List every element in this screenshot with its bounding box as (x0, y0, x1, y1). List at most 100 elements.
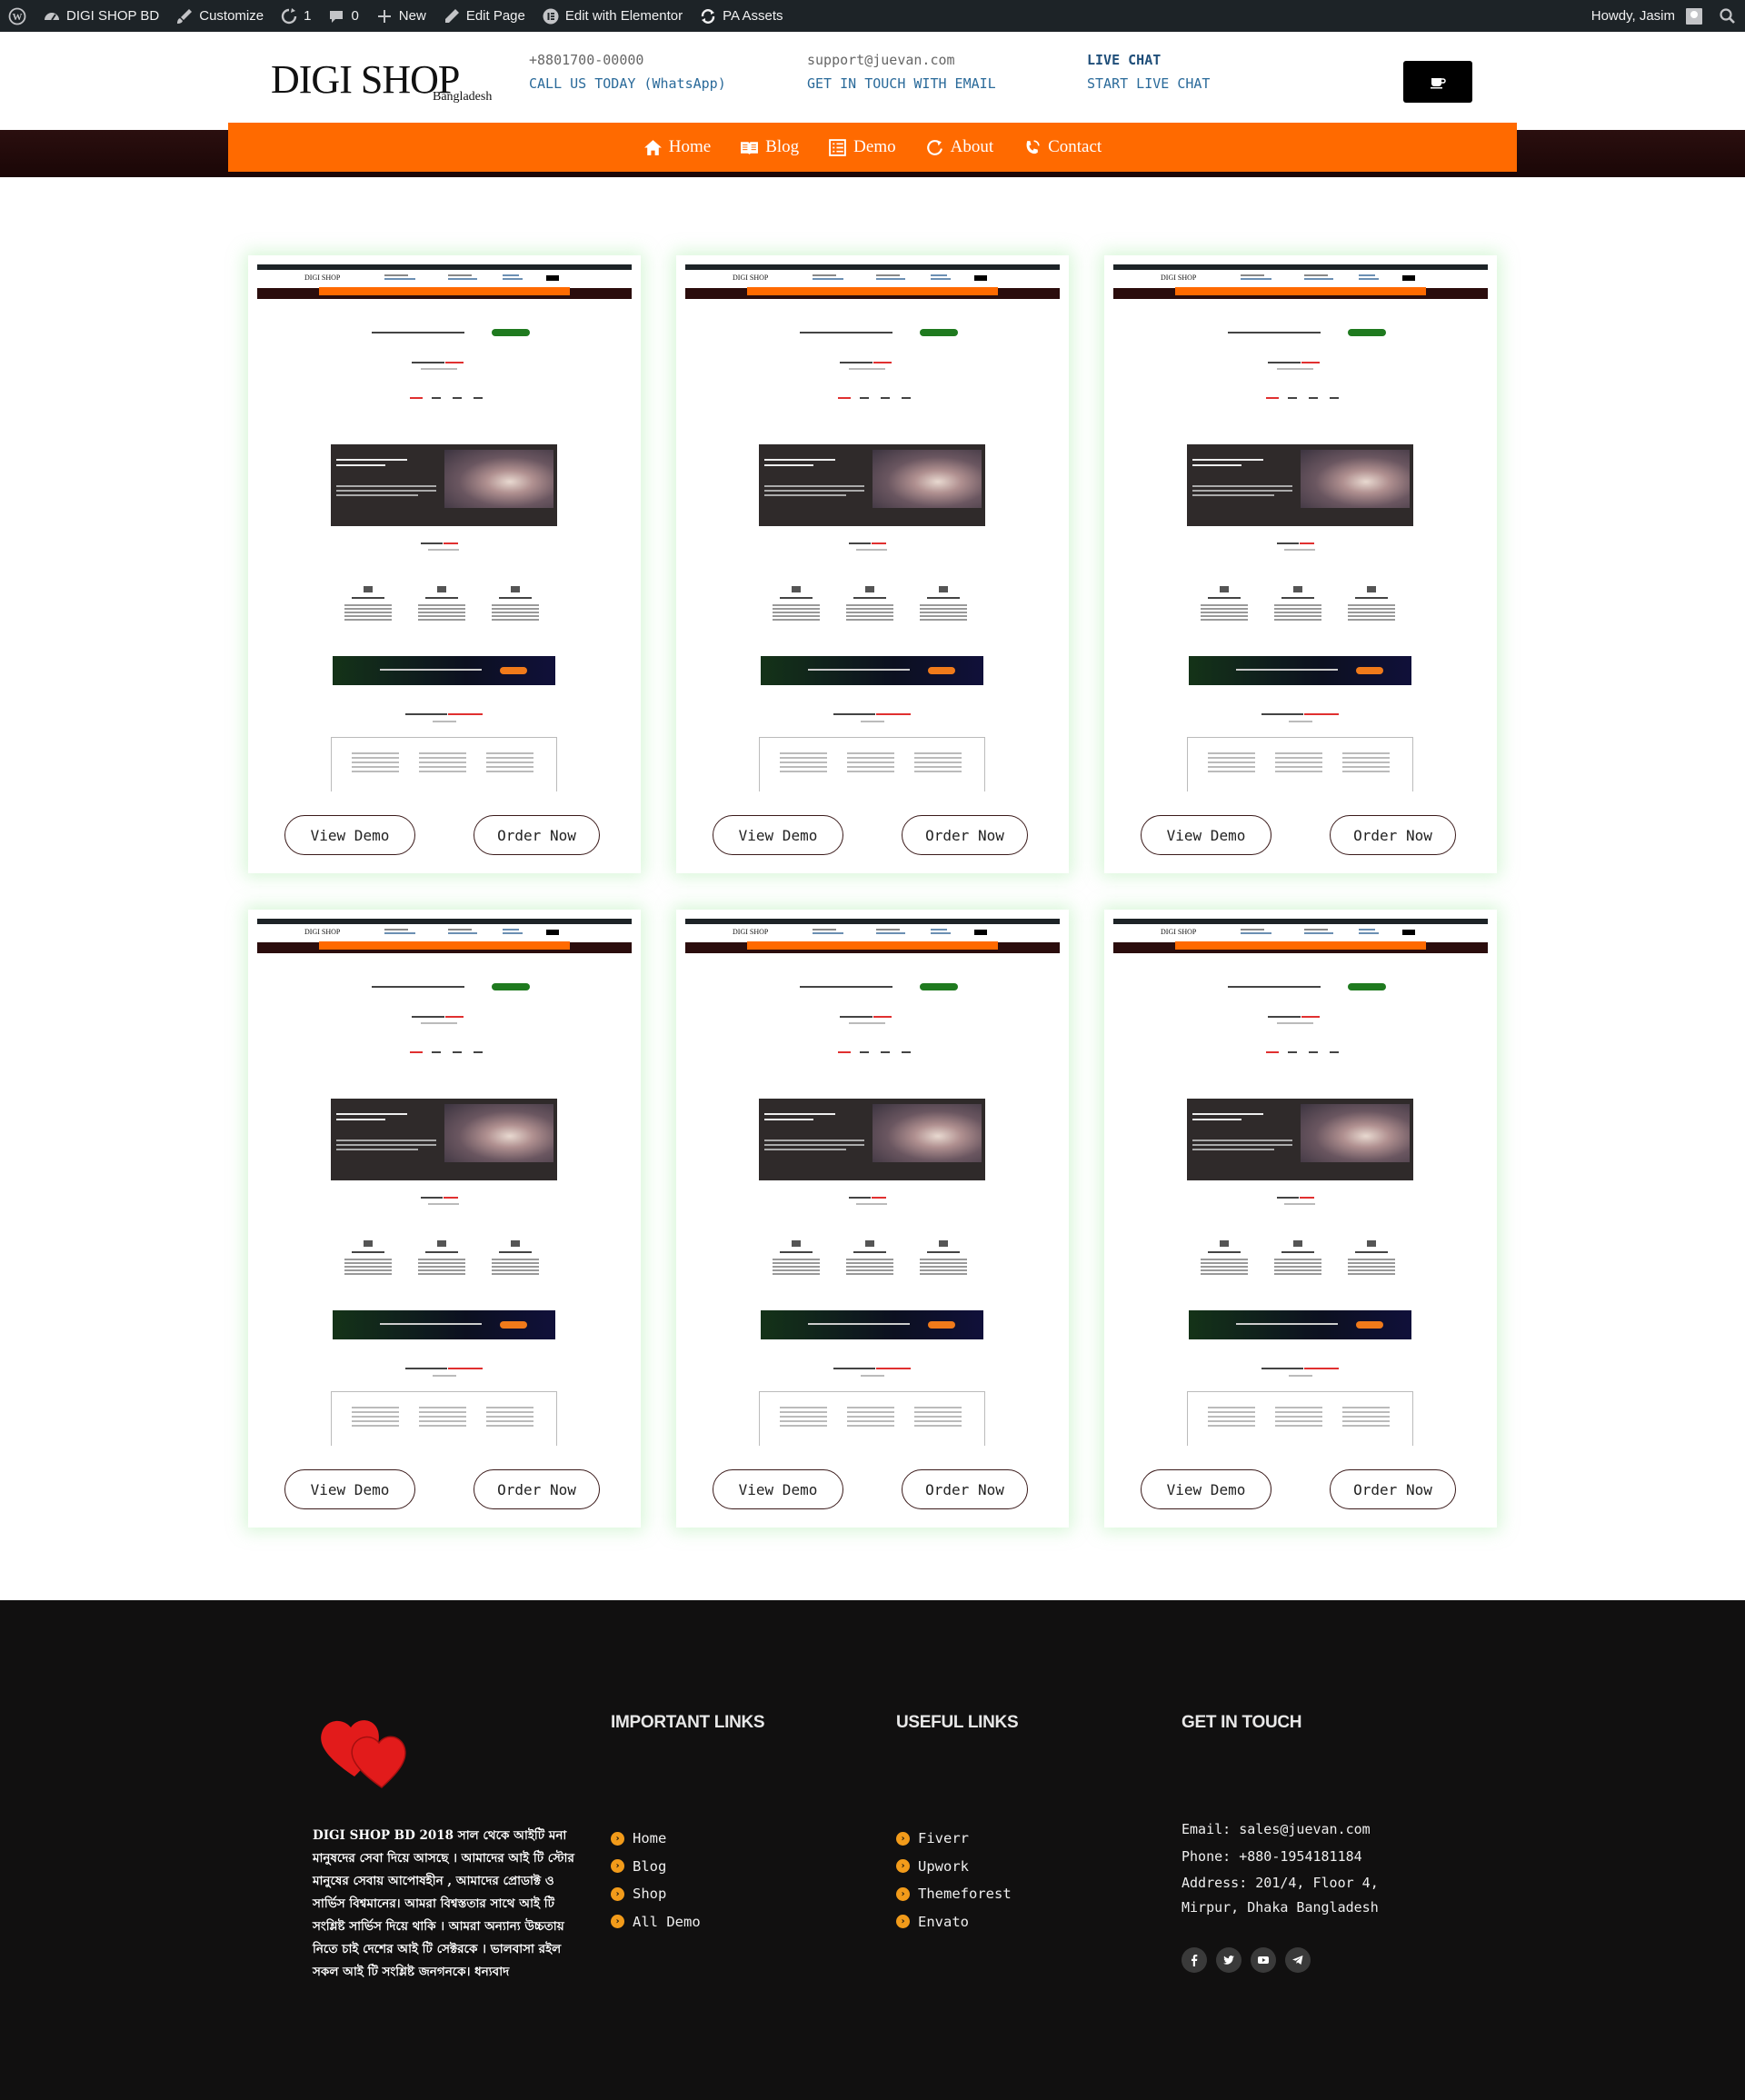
footer-link-envato[interactable]: › Envato (896, 1908, 1012, 1936)
link-label: Shop (633, 1886, 667, 1903)
account-menu[interactable]: Howdy, Jasim (1583, 0, 1710, 32)
nav-item-home[interactable]: Home (643, 137, 711, 157)
order-now-button[interactable]: Order Now (474, 815, 600, 855)
link-label: Fiverr (918, 1830, 969, 1847)
link-label: Upwork (918, 1857, 969, 1875)
edit-elementor-link[interactable]: Edit with Elementor (533, 0, 691, 32)
view-demo-button[interactable]: View Demo (713, 815, 843, 855)
nav-item-blog[interactable]: Blog (740, 137, 799, 157)
footer-link-all-demo[interactable]: › All Demo (611, 1908, 701, 1936)
demo-preview-image[interactable]: DIGI SHOP (685, 919, 1060, 1446)
youtube-icon[interactable] (1251, 1947, 1276, 1973)
useful-links-title: USEFUL LINKS (896, 1713, 1019, 1732)
live-chat-title: LIVE CHAT (1087, 52, 1162, 68)
footer-link-upwork[interactable]: › Upwork (896, 1853, 1012, 1881)
new-content-menu[interactable]: New (367, 0, 434, 32)
important-links-list: › Home › Blog › Shop › All Demo (611, 1825, 701, 1936)
svg-text:W: W (13, 12, 23, 23)
telegram-icon[interactable] (1285, 1947, 1311, 1973)
nav-label: Demo (853, 137, 896, 156)
view-demo-button[interactable]: View Demo (713, 1469, 843, 1509)
order-now-button[interactable]: Order Now (474, 1469, 600, 1509)
footer-email: Email: sales@juevan.com (1182, 1821, 1371, 1837)
demo-preview-image[interactable]: DIGI SHOP (685, 264, 1060, 791)
demo-preview-image[interactable]: DIGI SHOP (1113, 264, 1488, 791)
footer-contact-info: Email: sales@juevan.com Phone: +880-1954… (1182, 1817, 1418, 1922)
demo-card: DIGI SHOP View Demo Order Now (676, 910, 1069, 1528)
customize-link[interactable]: Customize (167, 0, 272, 32)
coffee-button[interactable] (1403, 61, 1472, 103)
pa-assets-label: PA Assets (723, 8, 783, 24)
comment-icon (330, 10, 344, 23)
view-demo-button[interactable]: View Demo (1141, 815, 1271, 855)
chevron-right-icon: › (896, 1831, 910, 1846)
twitter-icon[interactable] (1216, 1947, 1241, 1973)
demo-preview-image[interactable]: DIGI SHOP (1113, 919, 1488, 1446)
coffee-icon (1431, 78, 1446, 89)
demo-preview-image[interactable]: DIGI SHOP (257, 264, 632, 791)
updates-count: 1 (304, 8, 312, 24)
refresh-icon (926, 139, 942, 155)
footer-link-shop[interactable]: › Shop (611, 1880, 701, 1908)
demo-card: DIGI SHOP View Demo Order Now (1104, 255, 1497, 873)
howdy-label: Howdy, Jasim (1590, 8, 1675, 24)
email-contact[interactable]: support@juevan.com GET IN TOUCH WITH EMA… (807, 48, 996, 95)
nav-item-demo[interactable]: Demo (828, 137, 896, 157)
footer-link-home[interactable]: › Home (611, 1825, 701, 1853)
nav-label: Home (668, 137, 712, 156)
email-caption: GET IN TOUCH WITH EMAIL (807, 75, 996, 92)
edit-elementor-label: Edit with Elementor (564, 8, 683, 24)
demo-preview-image[interactable]: DIGI SHOP (257, 919, 632, 1446)
new-label: New (398, 8, 426, 24)
order-now-button[interactable]: Order Now (1330, 1469, 1456, 1509)
phone-contact[interactable]: +8801700-00000 CALL US TODAY (WhatsApp) (529, 48, 726, 95)
site-logo[interactable]: DIGI SHOP Bangladesh (271, 57, 492, 112)
live-chat-caption: START LIVE CHAT (1087, 75, 1211, 92)
order-now-button[interactable]: Order Now (902, 1469, 1028, 1509)
order-now-button[interactable]: Order Now (1330, 815, 1456, 855)
phone-icon (1026, 139, 1040, 154)
chevron-right-icon: › (896, 1886, 910, 1901)
live-chat-contact[interactable]: LIVE CHAT START LIVE CHAT (1087, 48, 1210, 95)
footer-link-fiverr[interactable]: › Fiverr (896, 1825, 1012, 1853)
nav-item-about[interactable]: About (925, 137, 993, 157)
dashboard-icon (45, 12, 59, 21)
comments-count: 0 (351, 8, 359, 24)
edit-page-link[interactable]: Edit Page (434, 0, 533, 32)
link-label: Envato (918, 1913, 969, 1930)
nav-item-contact[interactable]: Contact (1022, 137, 1102, 157)
site-name: DIGI SHOP BD (66, 8, 160, 24)
phone-caption: CALL US TODAY (WhatsApp) (529, 75, 726, 92)
brush-icon (177, 8, 193, 24)
order-now-button[interactable]: Order Now (902, 815, 1028, 855)
refresh-icon (701, 8, 715, 24)
phone-number: +8801700-00000 (529, 52, 644, 68)
view-demo-button[interactable]: View Demo (284, 1469, 415, 1509)
demo-card: DIGI SHOP View Demo Order Now (248, 910, 641, 1528)
email-address: support@juevan.com (807, 52, 955, 68)
admin-search-button[interactable] (1710, 0, 1745, 32)
link-label: Blog (633, 1857, 667, 1875)
main-nav: Home Blog Demo About Contact (228, 123, 1517, 172)
site-name-menu[interactable]: DIGI SHOP BD (35, 0, 167, 32)
chevron-right-icon: › (896, 1915, 910, 1929)
comments-link[interactable]: 0 (319, 0, 366, 32)
facebook-icon[interactable] (1182, 1947, 1207, 1973)
site-footer: DIGI SHOP BD 2018 সাল থেকে আইটি মনা মানু… (0, 1600, 1745, 2100)
list-icon (829, 138, 847, 156)
avatar (1686, 7, 1702, 25)
link-label: Home (633, 1830, 667, 1847)
logo-subtitle: Bangladesh (433, 90, 493, 104)
footer-link-themeforest[interactable]: › Themeforest (896, 1880, 1012, 1908)
nav-label: Contact (1048, 137, 1102, 156)
footer-link-blog[interactable]: › Blog (611, 1853, 701, 1881)
view-demo-button[interactable]: View Demo (284, 815, 415, 855)
demo-card: DIGI SHOP View Demo Order Now (248, 255, 641, 873)
link-label: All Demo (633, 1913, 701, 1930)
pa-assets-link[interactable]: PA Assets (691, 0, 791, 32)
wordpress-logo-icon[interactable]: W (0, 0, 35, 32)
search-icon (1720, 7, 1735, 24)
customize-label: Customize (199, 8, 264, 24)
updates-link[interactable]: 1 (272, 0, 319, 32)
view-demo-button[interactable]: View Demo (1141, 1469, 1271, 1509)
